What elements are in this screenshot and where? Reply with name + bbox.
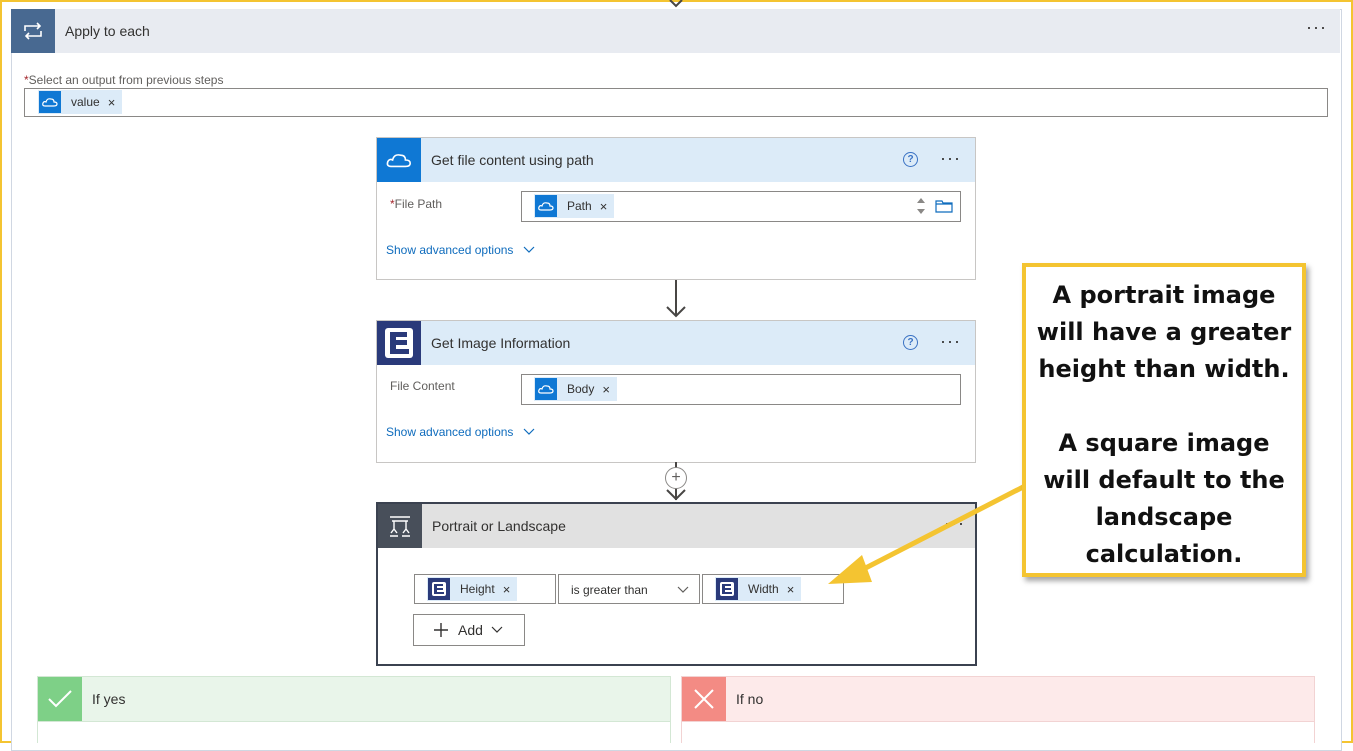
callout-text: A portrait image will have a greater hei… [1026, 277, 1302, 573]
stepper-icon[interactable] [915, 195, 927, 217]
apply-to-each-more-button[interactable]: ··· [1306, 18, 1327, 36]
height-token-label: Height [460, 582, 495, 596]
operator-value: is greater than [571, 583, 648, 597]
folder-icon[interactable] [935, 198, 953, 213]
body-token-remove-button[interactable]: × [602, 382, 617, 397]
output-label: *Select an output from previous steps [24, 73, 223, 87]
if-no-header[interactable] [681, 676, 1315, 722]
add-button-label: Add [458, 622, 483, 638]
encodian-icon [428, 578, 450, 600]
height-token[interactable]: Height × [427, 577, 518, 601]
close-icon [682, 677, 726, 721]
width-token-remove-button[interactable]: × [787, 582, 802, 597]
value-token[interactable]: value × [38, 90, 123, 114]
condition-left-operand[interactable]: Height × [414, 574, 556, 604]
loop-icon [11, 9, 55, 53]
if-yes-body [37, 721, 671, 743]
show-advanced-options-label: Show advanced options [386, 243, 514, 257]
get-image-information-more-button[interactable]: ··· [940, 332, 961, 350]
show-advanced-options-link[interactable]: Show advanced options [386, 425, 535, 439]
encodian-icon [716, 578, 738, 600]
plus-icon [434, 623, 448, 637]
body-token-label: Body [567, 382, 595, 396]
if-yes-label: If yes [92, 691, 126, 707]
chevron-down-icon [491, 626, 503, 633]
get-file-content-more-button[interactable]: ··· [940, 149, 961, 167]
arrow-down-icon [666, 489, 686, 501]
incoming-arrow-icon [669, 0, 683, 8]
callout-paragraph-2: A square image will default to the lands… [1043, 429, 1285, 568]
checkmark-icon [38, 677, 82, 721]
width-token[interactable]: Width × [715, 577, 802, 601]
height-token-remove-button[interactable]: × [503, 582, 518, 597]
show-advanced-options-label: Show advanced options [386, 425, 514, 439]
if-no-label: If no [736, 691, 764, 707]
help-icon[interactable]: ? [903, 152, 918, 167]
operator-dropdown[interactable]: is greater than [558, 574, 700, 604]
path-token[interactable]: Path × [534, 194, 615, 218]
file-path-input[interactable]: Path × [521, 191, 961, 222]
condition-title: Portrait or Landscape [432, 518, 566, 534]
if-yes-header[interactable] [37, 676, 671, 722]
body-token[interactable]: Body × [534, 377, 617, 401]
onedrive-icon [377, 138, 421, 182]
get-image-information-title: Get Image Information [431, 335, 571, 351]
get-file-content-title: Get file content using path [431, 152, 594, 168]
file-path-label: *File Path [390, 197, 442, 211]
if-no-body [681, 721, 1315, 743]
value-token-remove-button[interactable]: × [108, 95, 123, 110]
path-token-remove-button[interactable]: × [600, 199, 615, 214]
onedrive-icon [39, 91, 61, 113]
callout-arrow-icon [828, 483, 1027, 584]
chevron-down-icon [677, 586, 689, 593]
insert-step-plus-icon[interactable]: + [665, 467, 687, 489]
onedrive-icon [535, 195, 557, 217]
annotation-callout: A portrait image will have a greater hei… [1022, 263, 1306, 577]
show-advanced-options-link[interactable]: Show advanced options [386, 243, 535, 257]
condition-icon [378, 504, 422, 548]
add-condition-button[interactable]: Add [413, 614, 525, 646]
encodian-icon [377, 321, 421, 365]
width-token-label: Width [748, 582, 779, 596]
chevron-down-icon [523, 428, 535, 435]
apply-to-each-title: Apply to each [65, 23, 150, 39]
file-content-input[interactable]: Body × [521, 374, 961, 405]
value-token-label: value [71, 95, 100, 109]
chevron-down-icon [523, 246, 535, 253]
output-label-text: Select an output from previous steps [28, 73, 224, 87]
arrow-down-icon [666, 306, 686, 318]
apply-to-each-header[interactable] [11, 9, 1340, 53]
file-content-label: File Content [390, 379, 455, 393]
callout-paragraph-1: A portrait image will have a greater hei… [1036, 281, 1292, 383]
path-token-label: Path [567, 199, 592, 213]
help-icon[interactable]: ? [903, 335, 918, 350]
output-input[interactable]: value × [24, 88, 1328, 117]
file-path-label-text: File Path [394, 197, 443, 211]
onedrive-icon [535, 378, 557, 400]
